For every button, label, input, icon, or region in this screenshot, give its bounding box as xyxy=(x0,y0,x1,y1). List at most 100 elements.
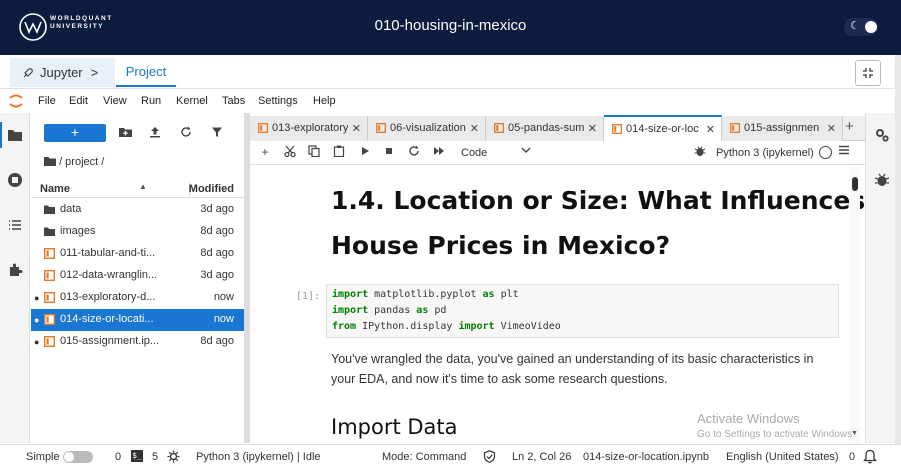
file-name: data xyxy=(60,203,82,215)
paste-icon[interactable] xyxy=(331,145,347,160)
toggle-knob xyxy=(64,452,74,462)
file-browser-path[interactable]: / project / xyxy=(44,156,104,168)
notebook-icon xyxy=(730,123,740,133)
notebook-tab[interactable]: 013-exploratory ✕ xyxy=(250,116,368,141)
kernel-status-text[interactable]: Python 3 (ipykernel) | Idle xyxy=(196,451,321,463)
new-launcher-button[interactable]: + xyxy=(44,124,106,142)
code-keyword: from xyxy=(332,321,357,332)
upload-icon[interactable] xyxy=(148,126,162,140)
breadcrumb-jupyter-label: Jupyter xyxy=(40,65,83,80)
breadcrumb-jupyter[interactable]: Jupyter > xyxy=(10,58,115,87)
notebook-scrollbar[interactable] xyxy=(850,166,860,443)
running-sessions-icon[interactable] xyxy=(7,172,23,188)
close-icon[interactable]: ✕ xyxy=(470,122,479,135)
table-of-contents-icon[interactable] xyxy=(7,217,23,233)
run-cell-icon[interactable] xyxy=(357,145,373,159)
file-list-item[interactable]: data 3d ago xyxy=(31,199,244,221)
activate-windows-title: Activate Windows xyxy=(697,411,800,426)
display-language[interactable]: English (United States) xyxy=(726,451,839,463)
notebook-icon xyxy=(258,123,268,133)
file-name: 013-exploratory-d... xyxy=(60,291,156,303)
folder-icon[interactable] xyxy=(7,127,23,143)
close-icon[interactable]: ✕ xyxy=(827,122,836,135)
simple-mode-toggle[interactable] xyxy=(63,451,93,463)
refresh-icon[interactable] xyxy=(179,126,193,140)
breadcrumb-bar: Jupyter > Project xyxy=(0,55,895,89)
new-tab-icon[interactable]: + xyxy=(845,118,854,135)
file-modified: 8d ago xyxy=(200,247,234,259)
theme-toggle[interactable]: ☾ xyxy=(844,18,878,36)
notebook-heading-line2: House Prices in Mexico? xyxy=(331,231,671,260)
fullscreen-button[interactable] xyxy=(855,60,881,86)
current-filename[interactable]: 014-size-or-location.ipynb xyxy=(583,451,709,463)
interrupt-kernel-icon[interactable] xyxy=(381,145,397,159)
file-list-item[interactable]: 011-tabular-and-ti... 8d ago xyxy=(31,243,244,265)
restart-run-all-icon[interactable] xyxy=(431,145,447,159)
menu-help[interactable]: Help xyxy=(313,95,336,107)
breadcrumb-project[interactable]: Project xyxy=(116,58,176,87)
menu-run[interactable]: Run xyxy=(141,95,161,107)
code-keyword: import xyxy=(332,305,369,316)
code-line: from IPython.display import VimeoVideo xyxy=(332,321,561,332)
menu-file[interactable]: File xyxy=(38,95,56,107)
kernel-gear-icon[interactable] xyxy=(167,450,180,463)
file-name: 014-size-or-locati... xyxy=(60,313,154,325)
running-indicator-icon: ● xyxy=(34,337,40,347)
terminal-count[interactable]: 0 xyxy=(115,451,121,463)
file-list-item[interactable]: ● 015-assignment.ip... 8d ago xyxy=(31,331,244,353)
close-icon[interactable]: ✕ xyxy=(706,123,715,136)
file-list-item[interactable]: 012-data-wranglin... 3d ago xyxy=(31,265,244,287)
notebook-tab[interactable]: 014-size-or-loc ✕ xyxy=(604,115,722,141)
notebook-icon xyxy=(44,270,55,281)
file-list-item[interactable]: ● 013-exploratory-d... now xyxy=(31,287,244,309)
menu-edit[interactable]: Edit xyxy=(69,95,88,107)
filter-icon[interactable] xyxy=(210,126,224,140)
chevron-down-icon[interactable] xyxy=(521,146,531,157)
notebook-icon xyxy=(44,292,55,303)
terminal-icon[interactable]: $_ xyxy=(131,450,143,462)
menu-settings[interactable]: Settings xyxy=(258,95,298,107)
hamburger-menu-icon[interactable] xyxy=(838,144,850,159)
notebook-icon xyxy=(376,123,386,133)
status-bar: Simple 0 $_ 5 Python 3 (ipykernel) | Idl… xyxy=(0,444,901,468)
menu-kernel[interactable]: Kernel xyxy=(176,95,208,107)
notebook-tab[interactable]: 015-assignmen ✕ xyxy=(722,116,843,141)
file-name: 012-data-wranglin... xyxy=(60,269,158,281)
restart-kernel-icon[interactable] xyxy=(406,145,422,160)
notebook-tab[interactable]: 05-pandas-sum ✕ xyxy=(486,116,604,141)
notification-count[interactable]: 0 xyxy=(849,451,855,463)
extension-manager-icon[interactable] xyxy=(7,262,23,278)
menu-tabs[interactable]: Tabs xyxy=(222,95,245,107)
close-icon[interactable]: ✕ xyxy=(352,122,361,135)
insert-cell-icon[interactable]: + xyxy=(257,145,273,159)
kernel-count[interactable]: 5 xyxy=(152,451,158,463)
new-folder-icon[interactable] xyxy=(118,126,132,140)
notebook-tab[interactable]: 06-visualization ✕ xyxy=(368,116,486,141)
column-modified-header[interactable]: Modified xyxy=(189,183,234,195)
running-indicator-icon: ● xyxy=(34,315,40,325)
window-scrollbar[interactable] xyxy=(895,55,901,450)
menu-view[interactable]: View xyxy=(103,95,127,107)
bell-icon[interactable] xyxy=(863,449,877,464)
close-icon[interactable]: ✕ xyxy=(588,122,597,135)
file-modified: now xyxy=(213,313,234,325)
kernel-name[interactable]: Python 3 (ipykernel) xyxy=(716,147,814,159)
code-text: pandas xyxy=(368,305,417,316)
notebook-scroll-thumb[interactable] xyxy=(852,177,858,191)
debugger-bug-icon[interactable] xyxy=(692,145,708,160)
cursor-position[interactable]: Ln 2, Col 26 xyxy=(512,451,571,463)
code-keyword: as xyxy=(416,305,429,316)
code-cell[interactable]: import matplotlib.pyplot as plt import p… xyxy=(326,284,839,338)
right-sidebar xyxy=(865,113,895,443)
cut-icon[interactable] xyxy=(282,145,298,160)
copy-icon[interactable] xyxy=(306,145,322,160)
file-name: 011-tabular-and-ti... xyxy=(60,247,156,259)
cell-type-select[interactable]: Code xyxy=(461,147,487,159)
file-list-item[interactable]: ● 014-size-or-locati... now xyxy=(31,309,244,331)
property-inspector-gears-icon[interactable] xyxy=(874,127,890,143)
file-list-item[interactable]: images 8d ago xyxy=(31,221,244,243)
cell-prompt: [1]: xyxy=(296,291,321,302)
notebook-subheading: Import Data xyxy=(331,415,458,439)
column-name-header[interactable]: Name xyxy=(40,183,70,195)
debugger-panel-bug-icon[interactable] xyxy=(874,172,890,188)
